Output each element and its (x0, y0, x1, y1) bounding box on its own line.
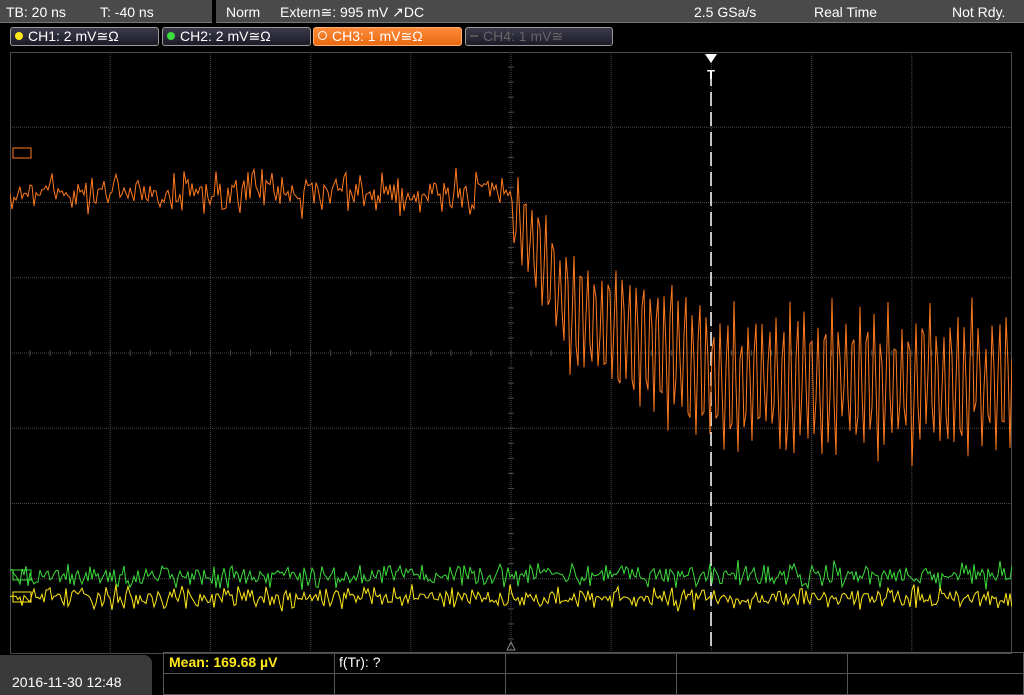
measure-cell[interactable] (505, 673, 677, 695)
datetime-panel: 2016-11-30 12:48 (0, 655, 152, 695)
channel-2-label: CH2: 2 mV≅Ω (180, 28, 271, 44)
ch1-indicator-icon (15, 32, 23, 40)
datetime-label: 2016-11-30 12:48 (12, 674, 122, 690)
measure-cell[interactable] (847, 652, 1024, 674)
channel-1-button[interactable]: CH1: 2 mV≅Ω (10, 27, 159, 46)
timebase-panel[interactable]: TB: 20 ns T: -40 ns (0, 0, 212, 23)
graticule-grid (10, 52, 1012, 654)
timebase-readout[interactable]: TB: 20 ns (6, 4, 66, 20)
measure-cell[interactable] (334, 673, 506, 695)
trigger-mode[interactable]: Norm (226, 4, 260, 20)
measure-cell[interactable] (847, 673, 1024, 695)
channel-4-button[interactable]: CH4: 1 mV≅ (465, 27, 613, 46)
ch4-off-icon (470, 35, 478, 37)
measure-cell[interactable] (163, 673, 335, 695)
sample-rate: 2.5 GSa/s (694, 4, 757, 20)
channel-bar: CH1: 2 mV≅Ω CH2: 2 mV≅Ω CH3: 1 mV≅Ω CH4:… (0, 24, 1024, 50)
mean-measurement[interactable]: Mean: 169.68 µV (169, 654, 277, 670)
ch1-waveform (10, 584, 1012, 612)
trigger-position-icon[interactable] (705, 54, 717, 63)
waveform-svg[interactable]: T (10, 52, 1012, 654)
trigger-status-panel[interactable]: Norm Extern≅: 995 mV ↗DC 2.5 GSa/s Real … (216, 0, 1024, 23)
waveform-display[interactable]: T (10, 52, 1012, 654)
ch3-indicator-icon (318, 31, 327, 40)
fall-time-measurement[interactable]: f(Tr): ? (339, 654, 380, 670)
ch3-ground-marker-icon[interactable] (12, 147, 32, 159)
trigger-marker-label: T (707, 67, 715, 82)
channel-3-label: CH3: 1 mV≅Ω (332, 28, 423, 44)
trigger-source[interactable]: Extern≅: 995 mV ↗DC (280, 4, 424, 21)
measure-cell[interactable] (505, 652, 677, 674)
acquisition-status: Not Rdy. (952, 4, 1006, 20)
measure-cell[interactable] (676, 652, 848, 674)
measurement-table[interactable] (163, 652, 1024, 695)
channel-4-label: CH4: 1 mV≅ (483, 28, 564, 44)
channel-2-button[interactable]: CH2: 2 mV≅Ω (162, 27, 311, 46)
channel-1-label: CH1: 2 mV≅Ω (28, 28, 119, 44)
channel-3-button[interactable]: CH3: 1 mV≅Ω (313, 27, 462, 46)
trigger-time-readout[interactable]: T: -40 ns (100, 4, 154, 20)
ch2-indicator-icon (167, 32, 175, 40)
measure-cell[interactable] (676, 673, 848, 695)
acquisition-mode[interactable]: Real Time (814, 4, 877, 20)
